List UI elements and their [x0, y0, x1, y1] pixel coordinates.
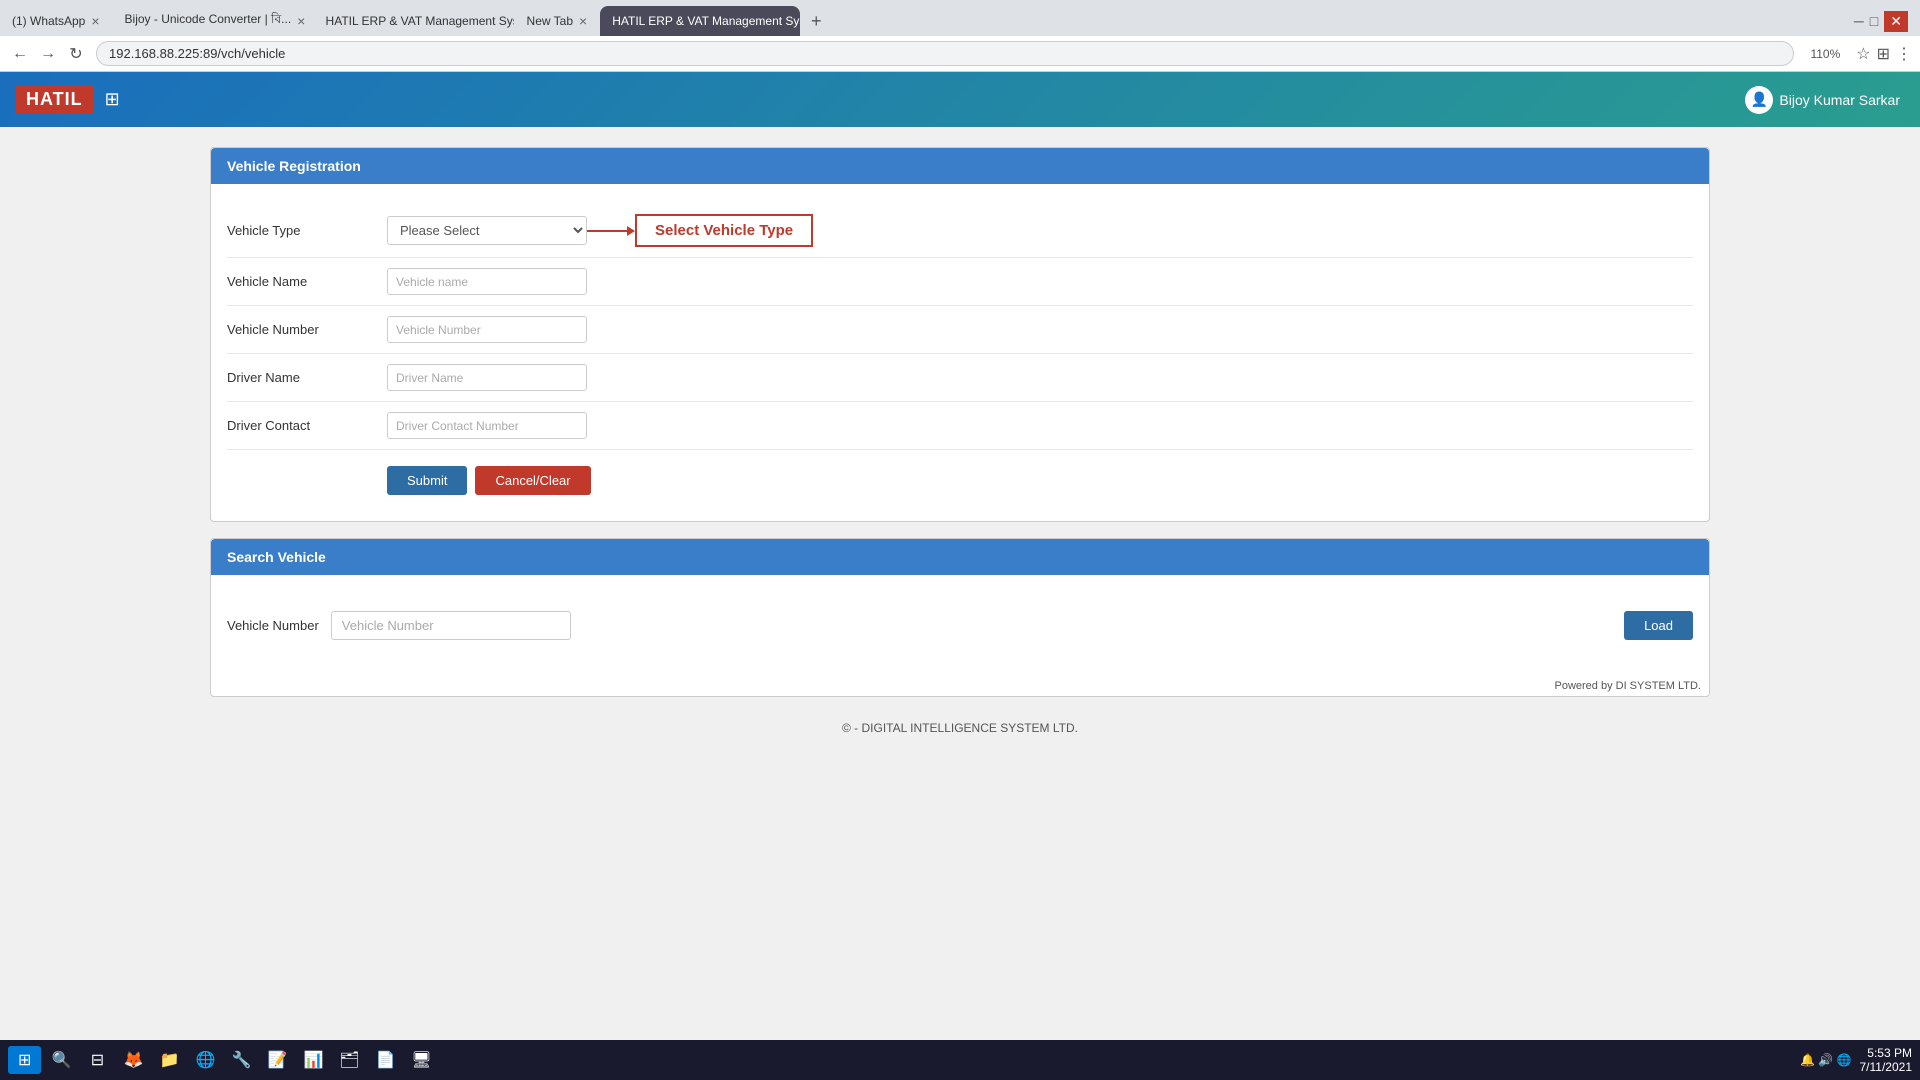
- form-buttons: Submit Cancel/Clear: [227, 450, 1693, 501]
- search-vehicle-card: Search Vehicle Vehicle Number Load Power…: [210, 538, 1710, 697]
- taskbar-app4-icon[interactable]: 🗂: [333, 1044, 365, 1076]
- cancel-button[interactable]: Cancel/Clear: [475, 466, 590, 495]
- vehicle-name-row: Vehicle Name: [227, 258, 1693, 306]
- vehicle-number-label: Vehicle Number: [227, 322, 387, 337]
- new-tab-button[interactable]: +: [801, 6, 831, 36]
- tab-hatil2-active[interactable]: HATIL ERP & VAT Management Syst... ×: [600, 6, 800, 36]
- address-bar: ← → ↻ 192.168.88.225:89/vch/vehicle 110%…: [0, 36, 1920, 72]
- tab-label: Bijoy - Unicode Converter | বি...: [125, 11, 292, 31]
- arrow-head: [627, 226, 635, 236]
- taskbar-app5-icon[interactable]: 🖥: [405, 1044, 437, 1076]
- user-info: 👤 Bijoy Kumar Sarkar: [1745, 86, 1900, 114]
- taskbar-word-icon[interactable]: 📄: [369, 1044, 401, 1076]
- tab-close-icon[interactable]: ×: [297, 13, 305, 29]
- tab-label: HATIL ERP & VAT Management Syst...: [612, 14, 800, 28]
- vehicle-registration-header: Vehicle Registration: [211, 148, 1709, 184]
- vehicle-type-select[interactable]: Please Select: [387, 216, 587, 245]
- system-tray: 🔔 🔊 🌐: [1800, 1053, 1852, 1067]
- vehicle-type-label: Vehicle Type: [227, 223, 387, 238]
- tab-close-icon[interactable]: ×: [91, 13, 99, 29]
- logo: HATIL: [16, 85, 93, 114]
- page-content: Vehicle Registration Vehicle Type Please…: [0, 127, 1920, 1080]
- forward-button[interactable]: →: [36, 42, 60, 66]
- powered-by: Powered by DI SYSTEM LTD.: [211, 676, 1709, 696]
- search-row: Vehicle Number Load: [227, 595, 1693, 656]
- clock: 5:53 PM: [1860, 1046, 1913, 1060]
- taskbar-task-icon[interactable]: ⊟: [81, 1044, 113, 1076]
- top-nav: HATIL ⊞ 👤 Bijoy Kumar Sarkar: [0, 72, 1920, 127]
- vehicle-type-field-group: Please Select Select Vehicle Type: [387, 214, 813, 247]
- bookmark-icon[interactable]: ☆: [1856, 44, 1870, 64]
- taskbar-firefox-icon[interactable]: 🦊: [117, 1044, 149, 1076]
- start-button[interactable]: ⊞: [8, 1046, 41, 1074]
- search-vehicle-label: Vehicle Number: [227, 618, 319, 633]
- date-display: 7/11/2021: [1860, 1060, 1913, 1074]
- search-vehicle-input[interactable]: [331, 611, 571, 640]
- copyright-text: © - DIGITAL INTELLIGENCE SYSTEM LTD.: [842, 721, 1078, 735]
- vehicle-type-row: Vehicle Type Please Select Select Vehicl…: [227, 204, 1693, 258]
- tab-newtab[interactable]: New Tab ×: [515, 6, 600, 36]
- taskbar: ⊞ 🔍 ⊟ 🦊 📁 🌐 🔧 📝 📊 🗂 📄 🖥 🔔 🔊 🌐 5:53 PM 7/…: [0, 1040, 1920, 1080]
- tab-hatil1[interactable]: HATIL ERP & VAT Management Syste... ×: [314, 6, 514, 36]
- minimize-icon[interactable]: ─: [1854, 13, 1864, 29]
- tab-label: HATIL ERP & VAT Management Syste...: [326, 14, 514, 28]
- search-vehicle-header: Search Vehicle: [211, 539, 1709, 575]
- time-display: 5:53 PM 7/11/2021: [1860, 1046, 1913, 1074]
- tab-label: New Tab: [527, 14, 573, 28]
- zoom-level: 110%: [1810, 47, 1840, 61]
- username: Bijoy Kumar Sarkar: [1779, 92, 1900, 108]
- close-icon[interactable]: ✕: [1884, 11, 1908, 32]
- more-icon[interactable]: ⋮: [1896, 44, 1912, 64]
- taskbar-search-icon[interactable]: 🔍: [45, 1044, 77, 1076]
- footer: © - DIGITAL INTELLIGENCE SYSTEM LTD.: [210, 713, 1710, 743]
- url-input[interactable]: 192.168.88.225:89/vch/vehicle: [96, 41, 1794, 66]
- vehicle-registration-card: Vehicle Registration Vehicle Type Please…: [210, 147, 1710, 522]
- taskbar-file-icon[interactable]: 📁: [153, 1044, 185, 1076]
- vehicle-number-row: Vehicle Number: [227, 306, 1693, 354]
- back-button[interactable]: ←: [8, 42, 32, 66]
- driver-name-row: Driver Name: [227, 354, 1693, 402]
- taskbar-right: 🔔 🔊 🌐 5:53 PM 7/11/2021: [1800, 1046, 1912, 1074]
- arrow-shaft: [587, 230, 627, 232]
- vehicle-number-input[interactable]: [387, 316, 587, 343]
- driver-name-input[interactable]: [387, 364, 587, 391]
- avatar: 👤: [1745, 86, 1773, 114]
- callout-arrow: [587, 226, 635, 236]
- restore-icon[interactable]: □: [1870, 13, 1878, 29]
- tab-label: (1) WhatsApp: [12, 14, 85, 28]
- taskbar-app1-icon[interactable]: 🔧: [225, 1044, 257, 1076]
- vehicle-name-input[interactable]: [387, 268, 587, 295]
- tab-bijoy[interactable]: Bijoy - Unicode Converter | বি... ×: [113, 6, 313, 36]
- load-button[interactable]: Load: [1624, 611, 1693, 640]
- callout-box: Select Vehicle Type: [635, 214, 813, 247]
- reload-button[interactable]: ↻: [64, 42, 88, 66]
- registration-form: Vehicle Type Please Select Select Vehicl…: [211, 184, 1709, 521]
- tab-close-icon[interactable]: ×: [579, 13, 587, 29]
- search-form: Vehicle Number Load: [211, 575, 1709, 676]
- submit-button[interactable]: Submit: [387, 466, 467, 495]
- vehicle-name-label: Vehicle Name: [227, 274, 387, 289]
- taskbar-app3-icon[interactable]: 📊: [297, 1044, 329, 1076]
- driver-contact-row: Driver Contact: [227, 402, 1693, 450]
- taskbar-app2-icon[interactable]: 📝: [261, 1044, 293, 1076]
- extensions-icon[interactable]: ⊞: [1877, 44, 1890, 64]
- driver-name-label: Driver Name: [227, 370, 387, 385]
- driver-contact-input[interactable]: [387, 412, 587, 439]
- tab-whatsapp[interactable]: (1) WhatsApp ×: [0, 6, 112, 36]
- driver-contact-label: Driver Contact: [227, 418, 387, 433]
- taskbar-chrome-icon[interactable]: 🌐: [189, 1044, 221, 1076]
- grid-icon[interactable]: ⊞: [105, 89, 120, 110]
